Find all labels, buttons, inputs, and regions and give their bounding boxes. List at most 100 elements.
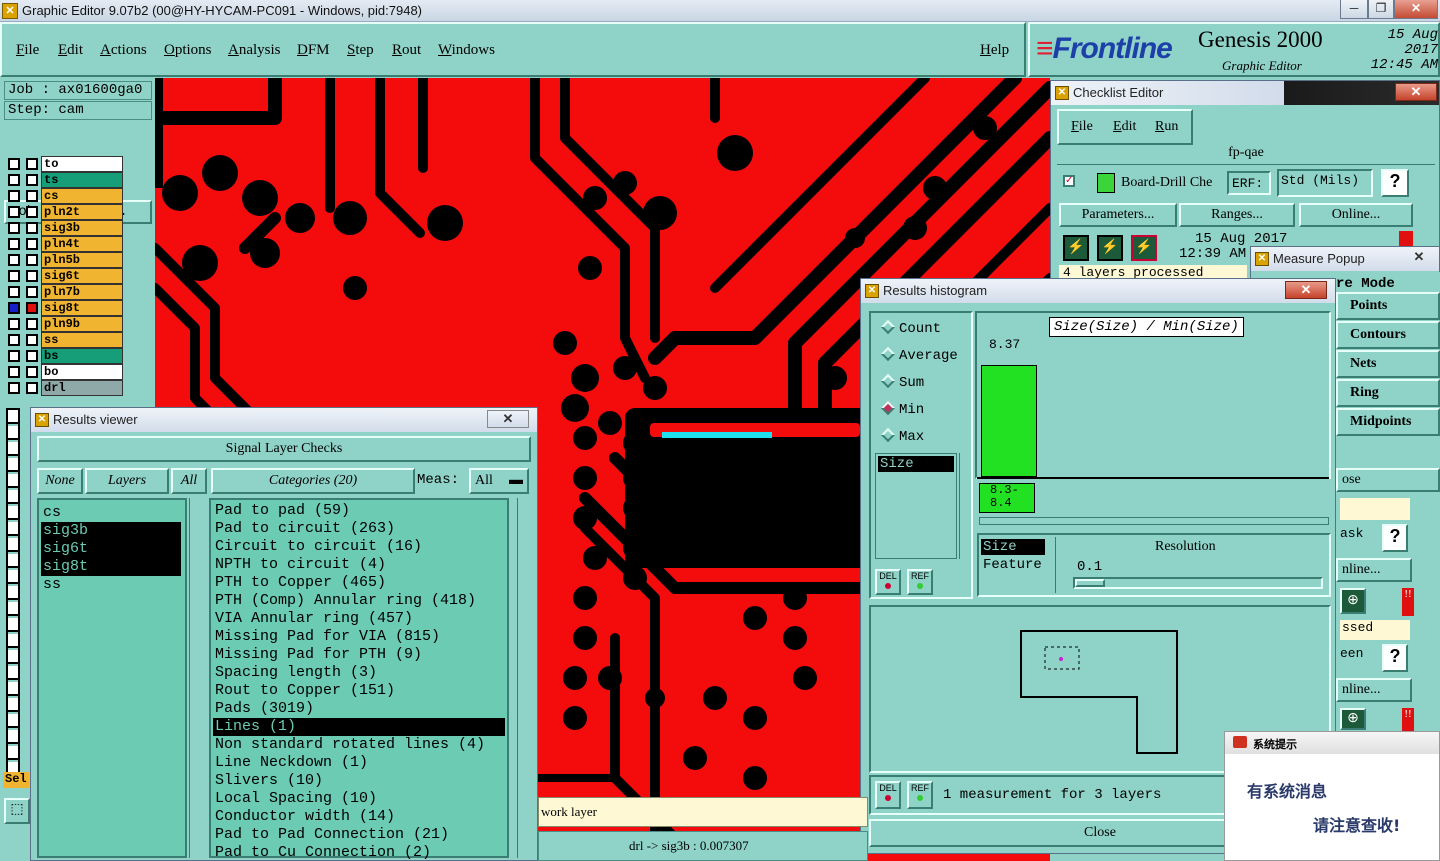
minimize-icon[interactable]: ─ (1340, 0, 1368, 19)
units-field[interactable]: Std (Mils) (1277, 169, 1373, 197)
layer-visibility-box[interactable] (26, 254, 38, 266)
mode-count[interactable]: Count (880, 319, 941, 337)
meas-select[interactable]: All ▬ (469, 468, 529, 494)
mode-max[interactable]: Max (880, 427, 924, 445)
layer-result-item[interactable]: sig8t (41, 558, 181, 576)
layer-visibility-box[interactable] (26, 334, 38, 346)
layer-checkbox[interactable] (8, 238, 20, 250)
layer-visibility-box[interactable] (26, 318, 38, 330)
layer-row-sig6t[interactable]: sig6t (6, 268, 124, 284)
layer-row-cs[interactable]: cs (6, 188, 124, 204)
category-item[interactable]: Conductor width (14) (213, 808, 505, 826)
category-item[interactable]: Spacing length (3) (213, 664, 505, 682)
category-item[interactable]: Pad to pad (59) (213, 502, 505, 520)
histogram-bar[interactable] (981, 365, 1037, 477)
help-question-icon-2[interactable]: ? (1382, 524, 1408, 552)
category-item[interactable]: Pad to Pad Connection (21) (213, 826, 505, 844)
measure-nets-button[interactable]: Nets (1336, 350, 1440, 378)
category-item[interactable]: VIA Annular ring (457) (213, 610, 505, 628)
layer-visibility-box[interactable] (26, 190, 38, 202)
layer-visibility-box[interactable] (26, 350, 38, 362)
category-item[interactable]: NPTH to circuit (4) (213, 556, 505, 574)
category-item[interactable]: Missing Pad for PTH (9) (213, 646, 505, 664)
histogram-close-icon[interactable]: ✕ (1285, 281, 1327, 299)
ref-button-2[interactable]: REF (907, 781, 933, 809)
measure-midpoints-button[interactable]: Midpoints (1336, 408, 1440, 436)
layer-visibility-box[interactable] (26, 270, 38, 282)
menu-dfm[interactable]: DFM (297, 42, 330, 59)
layer-result-item[interactable]: sig6t (41, 540, 181, 558)
layer-visibility-box[interactable] (26, 382, 38, 394)
layer-checkbox[interactable] (8, 270, 20, 282)
feature-option-feature[interactable]: Feature (983, 557, 1042, 573)
mode-min[interactable]: Min (880, 400, 924, 418)
system-notice-line1[interactable]: 有系统消息 (1247, 778, 1327, 802)
zoom-icon[interactable]: ⊕ (1340, 588, 1366, 614)
layer-visibility-box[interactable] (26, 302, 38, 314)
online-button-3[interactable]: nline... (1336, 678, 1412, 702)
category-item[interactable]: PTH to Copper (465) (213, 574, 505, 592)
menu-edit[interactable]: Edit (58, 42, 83, 59)
menu-analysis[interactable]: Analysis (228, 42, 281, 59)
del-button-2[interactable]: DEL (875, 781, 901, 809)
layer-checkbox-column[interactable] (6, 408, 20, 778)
layers-none-button[interactable]: None (37, 468, 83, 494)
category-item[interactable]: Pad to Cu Connection (2) (213, 844, 505, 861)
histogram-hscroll[interactable] (979, 517, 1329, 525)
del-button[interactable]: DEL (875, 569, 901, 595)
layers-button[interactable]: Layers (85, 468, 169, 494)
stop-run-icon[interactable]: ⚡ (1131, 235, 1157, 261)
measure-close-icon[interactable]: ✕ (1401, 249, 1437, 267)
zoom-icon-2[interactable]: ⊕ (1340, 708, 1366, 730)
layer-visibility-box[interactable] (26, 286, 38, 298)
layer-row-pln4t[interactable]: pln4t (6, 236, 124, 252)
mode-sum[interactable]: Sum (880, 373, 924, 391)
category-item[interactable]: Missing Pad for VIA (815) (213, 628, 505, 646)
layer-checkbox[interactable] (8, 222, 20, 234)
close-icon[interactable]: ✕ (1394, 0, 1438, 19)
system-notice-line2[interactable]: 请注意查收! (1313, 812, 1400, 836)
layer-row-ss[interactable]: ss (6, 332, 124, 348)
layer-visibility-box[interactable] (26, 206, 38, 218)
help-question-icon-3[interactable]: ? (1382, 644, 1408, 672)
menu-windows[interactable]: Windows (438, 42, 495, 59)
layer-results-scrollbar[interactable] (189, 498, 201, 858)
category-item[interactable]: PTH (Comp) Annular ring (418) (213, 592, 505, 610)
mode-average[interactable]: Average (880, 346, 958, 364)
category-item[interactable]: Circuit to circuit (16) (213, 538, 505, 556)
layer-row-to[interactable]: to (6, 156, 124, 172)
layer-row-sig8t[interactable]: sig8t (6, 300, 124, 316)
measure-points-button[interactable]: Points (1336, 292, 1440, 320)
resolution-slider[interactable] (1073, 577, 1323, 589)
feature-scrollbar[interactable] (1055, 537, 1065, 593)
categories-button[interactable]: Categories (20) (211, 468, 415, 494)
category-item[interactable]: Slivers (10) (213, 772, 505, 790)
category-item[interactable]: Rout to Copper (151) (213, 682, 505, 700)
parameters-button[interactable]: Parameters... (1059, 203, 1177, 227)
category-item[interactable]: Lines (1) (213, 718, 505, 736)
layer-row-pln2t[interactable]: pln2t (6, 204, 124, 220)
menu-actions[interactable]: Actions (100, 42, 147, 59)
checklist-row-checkbox[interactable]: ✓ (1063, 175, 1075, 187)
menu-help[interactable]: Help (980, 42, 1009, 59)
run-icon[interactable]: ⚡ (1063, 235, 1089, 261)
layer-checkbox[interactable] (8, 158, 20, 170)
category-item[interactable]: Local Spacing (10) (213, 790, 505, 808)
layer-row-ts[interactable]: ts (6, 172, 124, 188)
layer-checkbox[interactable] (8, 254, 20, 266)
ref-button[interactable]: REF (907, 569, 933, 595)
measure-ring-button[interactable]: Ring (1336, 379, 1440, 407)
layer-result-item[interactable]: cs (41, 504, 181, 522)
field-scrollbar[interactable] (959, 453, 971, 559)
category-results-scrollbar[interactable] (517, 498, 529, 858)
checklist-menu-file[interactable]: File (1071, 119, 1093, 135)
layer-checkbox[interactable] (8, 206, 20, 218)
layer-row-drl[interactable]: drl (6, 380, 124, 396)
ranges-button[interactable]: Ranges... (1179, 203, 1295, 227)
layer-checkbox[interactable] (8, 366, 20, 378)
online-button[interactable]: Online... (1299, 203, 1413, 227)
category-item[interactable]: Non standard rotated lines (4) (213, 736, 505, 754)
layer-row-pln9b[interactable]: pln9b (6, 316, 124, 332)
layer-result-item[interactable]: sig3b (41, 522, 181, 540)
help-question-icon[interactable]: ? (1381, 169, 1409, 197)
